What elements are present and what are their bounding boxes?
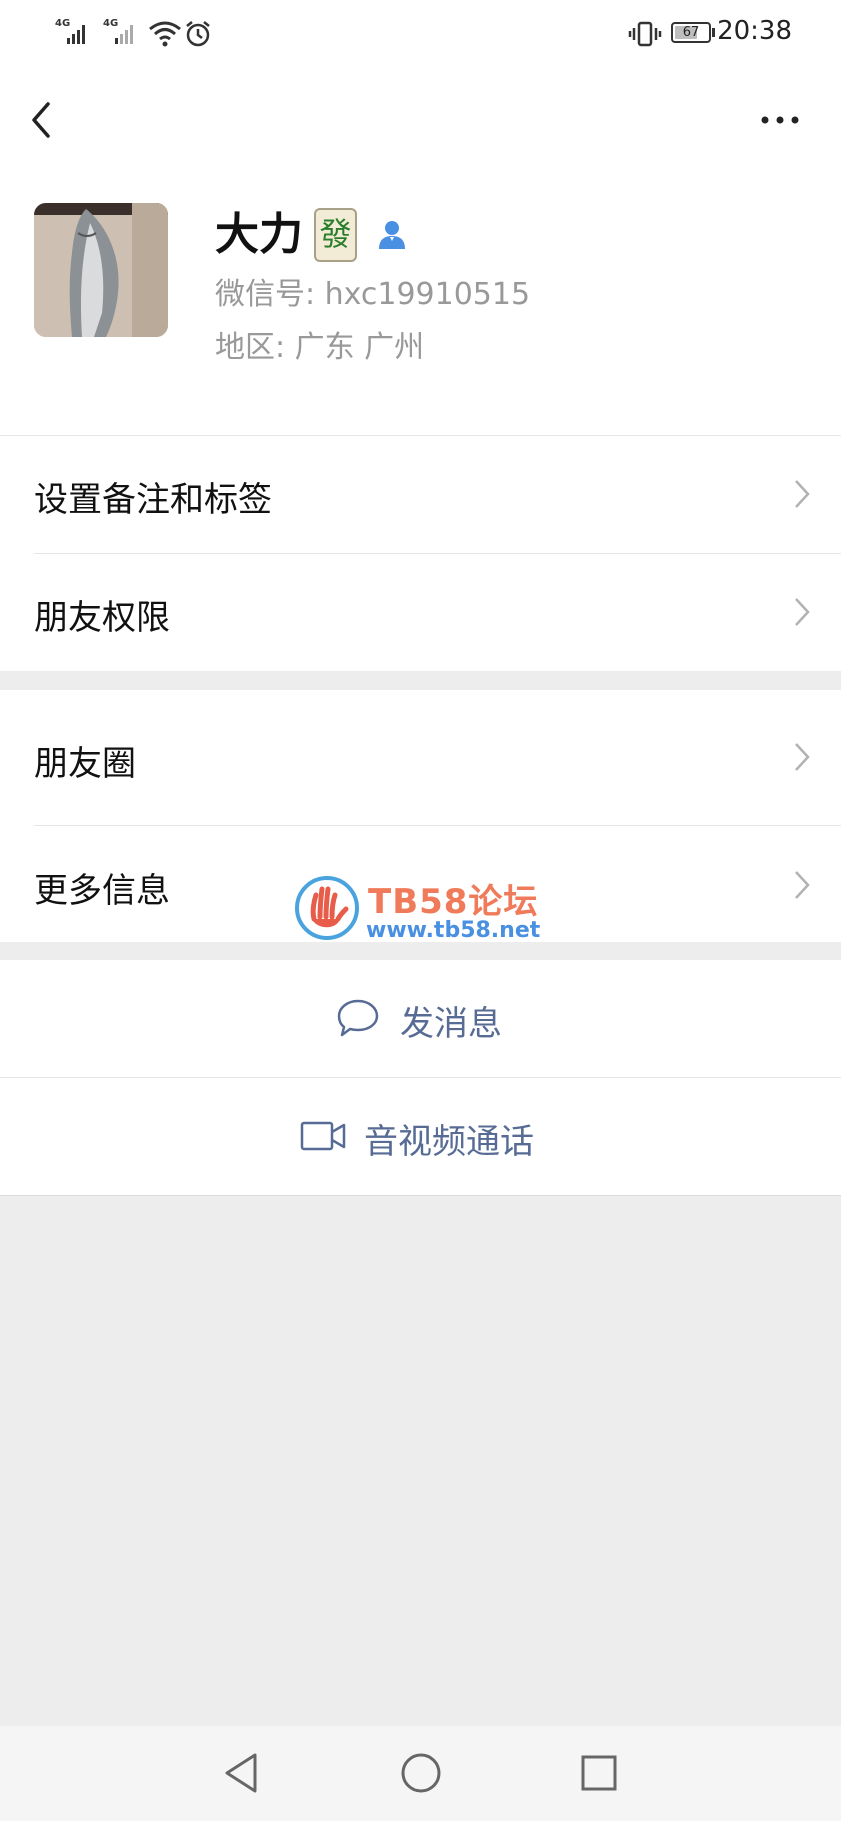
wifi-icon bbox=[149, 21, 181, 47]
profile-name: 大力 bbox=[215, 209, 303, 260]
section-gap bbox=[0, 671, 841, 690]
alarm-icon bbox=[186, 21, 210, 47]
divider bbox=[0, 1195, 841, 1196]
chevron-right-icon bbox=[795, 598, 810, 626]
mahjong-badge-icon: 發 bbox=[314, 208, 357, 262]
status-bar: 4G 4G 67 20:38 bbox=[0, 0, 841, 70]
friend-permissions-cell[interactable]: 朋友权限 bbox=[0, 554, 841, 671]
avatar-fish-image bbox=[34, 203, 168, 337]
battery-icon: 67 bbox=[671, 22, 711, 43]
moments-label: 朋友圈 bbox=[34, 744, 136, 784]
video-camera-icon bbox=[300, 1121, 346, 1151]
chevron-right-icon bbox=[795, 871, 810, 899]
watermark-hand-logo bbox=[295, 876, 359, 940]
chat-bubble-icon bbox=[337, 999, 379, 1037]
contact-person-icon bbox=[379, 221, 405, 249]
back-arrow-icon[interactable] bbox=[22, 96, 62, 144]
vibrate-icon bbox=[628, 21, 662, 47]
section-gap bbox=[0, 942, 841, 960]
video-call-button[interactable]: 音视频通话 bbox=[0, 1078, 841, 1195]
video-call-label: 音视频通话 bbox=[364, 1122, 534, 1162]
watermark-title: TB58论坛 bbox=[368, 882, 539, 922]
status-time: 20:38 bbox=[717, 16, 792, 46]
chevron-right-icon bbox=[795, 743, 810, 771]
avatar[interactable] bbox=[34, 203, 168, 337]
moments-cell[interactable]: 朋友圈 bbox=[0, 690, 841, 825]
chevron-right-icon bbox=[795, 480, 810, 508]
signal-label: 4G bbox=[103, 18, 119, 29]
friend-permissions-label: 朋友权限 bbox=[34, 598, 170, 638]
watermark-url: www.tb58.net bbox=[366, 918, 541, 943]
nav-back-icon[interactable] bbox=[222, 1751, 260, 1795]
nav-home-icon[interactable] bbox=[400, 1752, 442, 1794]
more-info-label: 更多信息 bbox=[34, 871, 170, 911]
set-remark-cell[interactable]: 设置备注和标签 bbox=[0, 436, 841, 553]
region: 地区: 广东 广州 bbox=[215, 330, 425, 365]
wechat-id: 微信号: hxc19910515 bbox=[215, 277, 531, 312]
system-nav-bar bbox=[0, 1726, 841, 1821]
send-message-label: 发消息 bbox=[400, 1004, 502, 1044]
nav-recents-icon[interactable] bbox=[580, 1754, 618, 1792]
battery-level: 67 bbox=[682, 25, 700, 40]
signal-label: 4G bbox=[55, 18, 71, 29]
send-message-button[interactable]: 发消息 bbox=[0, 960, 841, 1077]
set-remark-label: 设置备注和标签 bbox=[34, 480, 272, 520]
more-dots-icon[interactable] bbox=[755, 100, 805, 140]
battery-tip bbox=[712, 28, 715, 37]
